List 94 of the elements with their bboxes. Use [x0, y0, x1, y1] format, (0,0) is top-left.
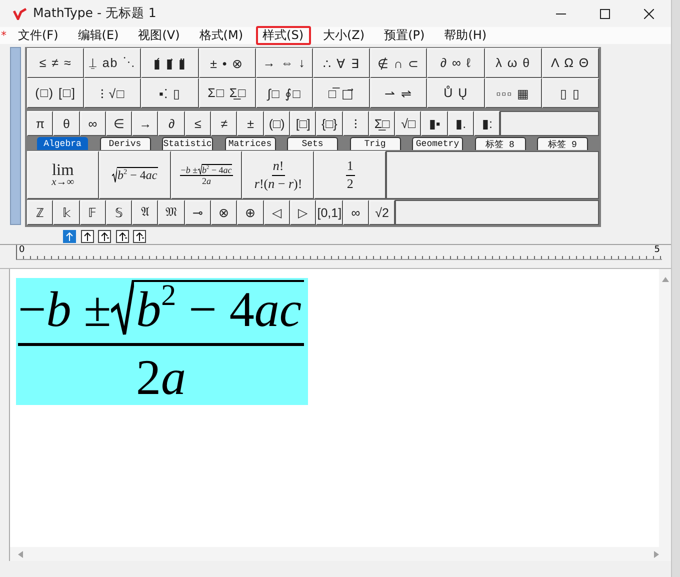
symbol-palette-button[interactable]: Ů Ų — [427, 78, 484, 108]
math-text: 2 — [136, 350, 162, 405]
menu-item[interactable]: 帮助(H) — [437, 26, 494, 45]
math-text: −b ± — [18, 282, 112, 337]
symbol-button[interactable]: π — [27, 111, 54, 136]
symbol-palette-button[interactable]: λ ω θ — [484, 48, 542, 78]
symbol-palette-button[interactable]: ⁝ √□ — [84, 78, 142, 108]
close-icon[interactable] — [644, 8, 654, 18]
symbol-button[interactable]: √□ — [395, 111, 422, 136]
symbol-button[interactable]: ▮▪ — [421, 111, 448, 136]
symbol-button[interactable]: 𝕊 — [106, 200, 132, 225]
template-button[interactable]: 1 2 — [314, 151, 386, 199]
ruler-label: 5 — [652, 245, 662, 255]
symbol-button[interactable]: 𝔽 — [80, 200, 106, 225]
palette-tab[interactable]: 标签 8 — [474, 137, 526, 150]
maximize-icon[interactable] — [600, 8, 610, 18]
menu-item[interactable]: 编辑(E) — [70, 26, 126, 45]
menu-item[interactable]: 格式(M) — [192, 26, 250, 45]
math-text: a — [161, 350, 186, 405]
template-button[interactable]: n! r!(n − r)! — [242, 151, 314, 199]
math-text: b$^{2}$ − 4 — [136, 281, 254, 337]
symbol-button[interactable]: [0,1] — [316, 200, 343, 225]
symbol-palette-button[interactable]: ≤ ≠ ≈ — [27, 48, 84, 78]
symbol-palette-button[interactable]: ± • ⊗ — [198, 48, 256, 78]
radical-sign — [198, 164, 202, 175]
symbol-button[interactable]: θ — [53, 111, 80, 136]
symbol-palette-button[interactable]: → ⇔ ↓ — [256, 48, 313, 78]
symbol-button[interactable]: ≠ — [211, 111, 238, 136]
symbol-palette-button[interactable]: ⇀ ⇌ — [370, 78, 428, 108]
symbol-palette-button[interactable]: ▫▫▫ ▦ — [484, 78, 542, 108]
palette-tab[interactable]: 标签 9 — [537, 137, 588, 150]
symbol-palette-button[interactable]: ▯ ▯ — [542, 78, 599, 108]
symbol-button[interactable]: ∞ — [80, 111, 106, 136]
math-text: ac — [254, 281, 302, 337]
symbol-button[interactable]: (□) — [264, 111, 290, 136]
symbol-palette-button[interactable]: ▪⁚ ▯ — [141, 78, 199, 108]
symbol-button[interactable]: ∞ — [342, 200, 369, 225]
symbol-button[interactable]: [□] — [290, 111, 316, 136]
symbol-palette-button[interactable]: ∴ ∀ ∃ — [312, 48, 370, 78]
symbol-button[interactable]: ≤ — [184, 111, 212, 136]
nudge-button[interactable] — [133, 230, 146, 242]
symbol-button[interactable]: → — [132, 111, 158, 136]
symbol-button[interactable]: ▮. — [448, 111, 474, 136]
palette-tab[interactable]: Sets — [287, 137, 338, 150]
palette-tab[interactable]: Geometry — [412, 137, 463, 150]
symbol-palette-button[interactable]: (□) [□] — [27, 78, 84, 108]
symbol-button[interactable]: ⊗ — [211, 200, 238, 225]
symbol-palette-button[interactable]: ∂ ∞ ℓ — [427, 48, 484, 78]
menu-item[interactable]: 文件(F) — [11, 26, 66, 45]
symbol-button[interactable]: ⊕ — [237, 200, 264, 225]
menu-item[interactable]: 视图(V) — [131, 26, 187, 45]
palette-tab[interactable]: Matrices — [224, 137, 276, 150]
symbol-button[interactable]: {□} — [316, 111, 343, 136]
template-button[interactable]: b$^{2}$ − 4ac — [98, 151, 171, 199]
symbol-button[interactable]: ▷ — [290, 200, 316, 225]
symbol-button[interactable]: ± — [237, 111, 264, 136]
nudge-button[interactable] — [80, 230, 94, 242]
palette-tab[interactable]: Algebra — [37, 137, 88, 150]
nudge-button[interactable] — [98, 230, 111, 242]
symbol-palette-button[interactable]: □̅ □⃗ — [312, 78, 370, 108]
symbol-button[interactable]: ◁ — [264, 200, 290, 225]
symbol-button[interactable]: ℤ — [27, 200, 54, 225]
radical-sign — [112, 167, 117, 183]
menu-item[interactable]: 预置(P) — [377, 26, 432, 45]
vertical-scrollbar[interactable] — [659, 269, 671, 547]
symbol-palette-button[interactable]: ▮́ ▮⃗ ▮̈ — [141, 48, 199, 78]
template-button[interactable]: lim x→∞ — [27, 151, 99, 199]
template-button[interactable]: −b ± b$^{2}$ − 4ac 2a — [170, 151, 242, 199]
symbol-button[interactable]: ⁝ — [342, 111, 369, 136]
palette-handle[interactable] — [10, 47, 21, 225]
symbol-palette-button[interactable]: ∉ ∩ ⊂ — [370, 48, 428, 78]
symbol-button[interactable]: 𝕜 — [53, 200, 80, 225]
ruler-label: 0 — [17, 245, 27, 255]
palette-tab[interactable]: Derivs — [100, 137, 150, 150]
window-title: MathType - 无标题 1 — [33, 5, 158, 22]
menu-item[interactable]: 大小(Z) — [316, 26, 372, 45]
menu-item[interactable]: 样式(S) — [256, 26, 310, 45]
symbol-palette-button[interactable]: ⍊ ab ⋱ — [84, 48, 142, 78]
modified-mark: * — [1, 29, 8, 42]
symbol-button[interactable]: Σ̲□ — [368, 111, 396, 136]
symbol-button[interactable]: ⊸ — [184, 200, 212, 225]
palette-tab[interactable]: Trig — [350, 137, 400, 150]
symbol-palette-button[interactable]: ∫□ ∮□ — [256, 78, 313, 108]
logo-icon — [13, 8, 27, 20]
symbol-palette-button[interactable]: Λ Ω Θ — [542, 48, 599, 78]
symbol-button[interactable]: ▮: — [474, 111, 500, 136]
symbol-button[interactable]: 𝔐 — [158, 200, 185, 225]
symbol-button[interactable]: ∂ — [158, 111, 185, 136]
palette-tab[interactable]: Statistic — [162, 137, 213, 150]
symbol-button[interactable]: ∈ — [106, 111, 132, 136]
nudge-button[interactable] — [116, 230, 128, 242]
symbol-button[interactable]: 𝔄 — [132, 200, 158, 225]
symbol-button[interactable]: √2 — [368, 200, 396, 225]
symbol-palette-button[interactable]: Σ□ Σ̲□ — [198, 78, 256, 108]
